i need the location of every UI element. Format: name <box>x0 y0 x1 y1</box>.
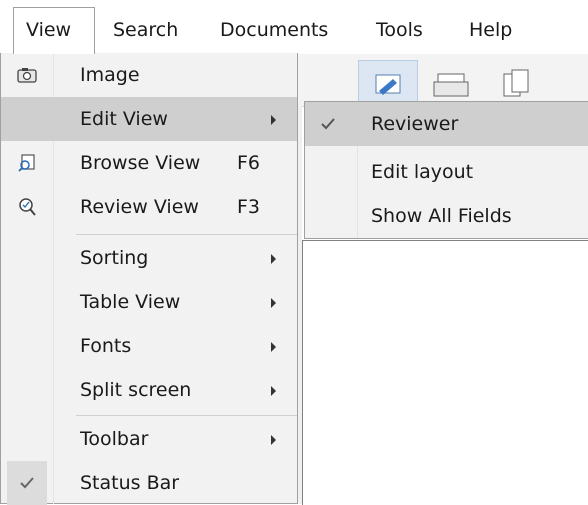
menu-item-label: Edit View <box>80 108 168 130</box>
submenu-arrow-icon <box>271 342 276 352</box>
menu-item-status-bar[interactable]: Status Bar <box>1 461 297 505</box>
menu-item-fonts[interactable]: Fonts <box>1 324 297 368</box>
submenu-item-show-all-fields[interactable]: Show All Fields <box>305 194 588 238</box>
submenu-item-label: Show All Fields <box>371 205 512 227</box>
edit-toolbar-button[interactable] <box>358 60 418 106</box>
menu-item-label: Toolbar <box>80 428 149 450</box>
print-toolbar-button[interactable] <box>424 60 480 106</box>
submenu-item-edit-layout[interactable]: Edit layout <box>305 150 588 194</box>
menu-tools[interactable]: Tools <box>363 7 423 54</box>
menu-item-label: Fonts <box>80 335 132 357</box>
submenu-arrow-icon <box>271 254 276 264</box>
menu-separator <box>76 415 297 416</box>
pages-icon <box>503 69 529 97</box>
checkmark-icon <box>7 461 47 505</box>
menu-documents[interactable]: Documents <box>207 7 328 54</box>
menu-view[interactable]: View <box>13 7 95 54</box>
submenu-item-label: Reviewer <box>371 113 459 135</box>
submenu-item-reviewer[interactable]: Reviewer <box>305 102 588 146</box>
menu-item-table-view[interactable]: Table View <box>1 280 297 324</box>
menu-item-edit-view[interactable]: Edit View <box>1 97 297 141</box>
document-pane <box>302 240 588 505</box>
browse-icon <box>13 141 41 185</box>
submenu-item-label: Edit layout <box>371 161 474 183</box>
menu-item-toolbar[interactable]: Toolbar <box>1 417 297 461</box>
menu-item-label: Status Bar <box>80 472 180 494</box>
menu-item-label: Review View <box>80 196 199 218</box>
menu-item-split-screen[interactable]: Split screen <box>1 368 297 412</box>
menu-item-review-view[interactable]: Review View F3 <box>1 185 297 229</box>
menu-search[interactable]: Search <box>100 7 178 54</box>
background-toolbar <box>296 54 588 107</box>
submenu-arrow-icon <box>271 115 276 125</box>
menu-item-label: Sorting <box>80 247 149 269</box>
menu-item-label: Browse View <box>80 152 201 174</box>
pages-toolbar-button[interactable] <box>486 60 546 106</box>
shortcut-label: F3 <box>237 196 261 218</box>
checkmark-icon <box>309 106 347 142</box>
edit-view-submenu: Reviewer Edit layout Show All Fields <box>304 101 588 239</box>
menu-help[interactable]: Help <box>456 7 512 54</box>
menu-item-image[interactable]: Image <box>1 53 297 97</box>
shortcut-label: F6 <box>237 152 261 174</box>
submenu-arrow-icon <box>271 435 276 445</box>
edit-pencil-icon <box>375 74 401 95</box>
submenu-arrow-icon <box>271 386 276 396</box>
menu-item-browse-view[interactable]: Browse View F6 <box>1 141 297 185</box>
menu-item-label: Image <box>80 64 140 86</box>
menu-separator <box>76 234 297 235</box>
menu-item-label: Table View <box>80 291 181 313</box>
submenu-arrow-icon <box>271 298 276 308</box>
review-icon <box>13 185 41 229</box>
menu-item-label: Split screen <box>80 379 192 401</box>
view-menu: Image Edit View Browse View F6 Review Vi… <box>0 53 298 505</box>
camera-icon <box>13 53 41 97</box>
print-icon <box>433 73 469 97</box>
menu-item-sorting[interactable]: Sorting <box>1 236 297 280</box>
menu-bar: View Search Documents Tools Help <box>0 0 588 54</box>
